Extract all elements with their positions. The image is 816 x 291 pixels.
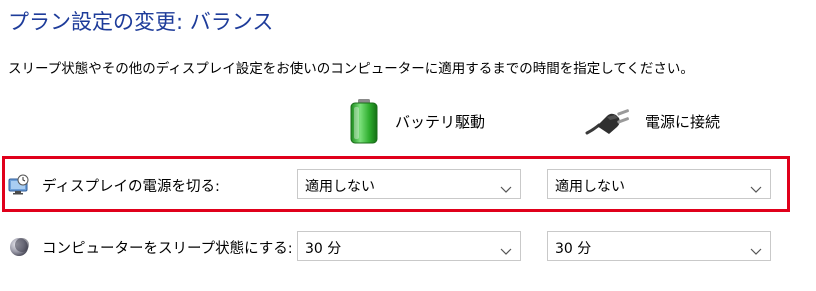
moon-icon bbox=[8, 236, 30, 258]
column-header-plugged: 電源に接続 bbox=[585, 96, 720, 146]
power-plug-icon bbox=[585, 106, 631, 136]
chevron-down-icon bbox=[750, 179, 762, 193]
sleep-plugged-select[interactable]: 30 分 bbox=[547, 231, 771, 261]
chevron-down-icon bbox=[750, 241, 762, 255]
display-off-battery-select[interactable]: 適用しない bbox=[297, 169, 521, 199]
battery-icon bbox=[347, 97, 381, 145]
chevron-down-icon bbox=[500, 241, 512, 255]
setting-row-sleep: コンピューターをスリープ状態にする: 30 分 30 分 bbox=[0, 224, 816, 270]
select-value: 適用しない bbox=[555, 179, 625, 195]
display-off-plugged-select[interactable]: 適用しない bbox=[547, 169, 771, 199]
setting-label-display-off: ディスプレイの電源を切る: bbox=[42, 179, 220, 195]
monitor-clock-icon bbox=[8, 174, 30, 196]
setting-row-display-off: ディスプレイの電源を切る: 適用しない 適用しない bbox=[0, 162, 816, 208]
select-value: 30 分 bbox=[555, 241, 592, 257]
chevron-down-icon bbox=[500, 179, 512, 193]
sleep-battery-select[interactable]: 30 分 bbox=[297, 231, 521, 261]
column-label-plugged: 電源に接続 bbox=[645, 112, 721, 131]
select-value: 30 分 bbox=[305, 241, 342, 257]
select-value: 適用しない bbox=[305, 179, 375, 195]
column-header-battery: バッテリ駆動 bbox=[347, 96, 485, 146]
setting-label-sleep: コンピューターをスリープ状態にする: bbox=[42, 241, 293, 257]
page-title: プラン設定の変更: バランス bbox=[8, 10, 274, 34]
column-label-battery: バッテリ駆動 bbox=[395, 112, 486, 131]
page-description: スリープ状態やその他のディスプレイ設定をお使いのコンピューターに適用するまでの時… bbox=[8, 61, 694, 77]
